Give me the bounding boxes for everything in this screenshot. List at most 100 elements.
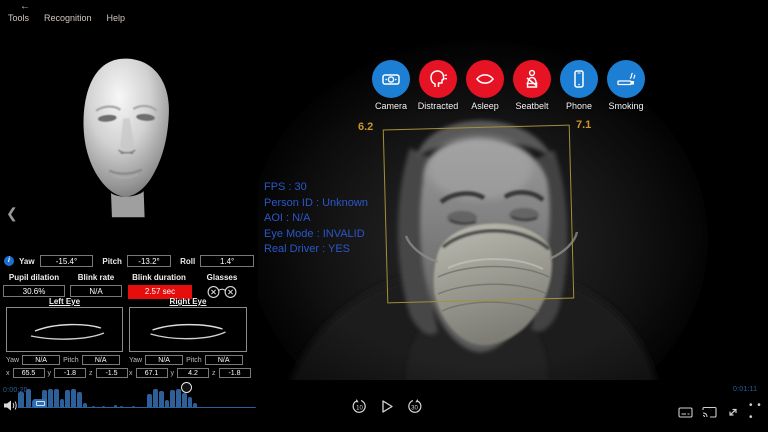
left-eye-title: Left Eye — [6, 297, 123, 306]
svg-text:10: 10 — [356, 406, 363, 412]
face-bounding-box — [383, 125, 574, 304]
glasses-label: Glasses — [196, 273, 248, 282]
stat-person-id: Person ID : Unknown — [264, 196, 368, 212]
distracted-label: Distracted — [418, 101, 459, 111]
left-eye-position-row: x 65.5 y -1.8 z -1.5 — [6, 368, 128, 378]
detection-distracted: Distracted — [419, 60, 457, 111]
right-eye-sketch — [130, 308, 246, 351]
smoking-button[interactable] — [607, 60, 645, 98]
right-eye-yaw-label: Yaw — [129, 357, 142, 364]
roll-value-field: 1.4° — [200, 255, 254, 267]
blink-duration-label: Blink duration — [128, 273, 190, 282]
camera-feed-panel: Camera Distracted Asleep — [258, 30, 768, 388]
stat-eye-mode: Eye Mode : INVALID — [264, 227, 368, 243]
phone-button[interactable] — [560, 60, 598, 98]
right-eye-y-label: y — [171, 370, 175, 377]
asleep-label: Asleep — [471, 101, 499, 111]
camera-label: Camera — [375, 101, 407, 111]
left-eye-z-value: -1.5 — [96, 368, 128, 378]
blink-rate-value: N/A — [70, 285, 122, 297]
player-bar: 0:00:20 0:01:11 10 — [0, 380, 768, 432]
face-box-left-value: 6.2 — [358, 121, 373, 133]
menu-item-tools[interactable]: Tools — [8, 13, 29, 23]
right-eye-x-value: 67.1 — [136, 368, 168, 378]
seatbelt-icon — [521, 68, 543, 90]
right-eye-z-value: -1.8 — [219, 368, 251, 378]
seatbelt-button[interactable] — [513, 60, 551, 98]
smoking-label: Smoking — [608, 101, 643, 111]
left-eye-yaw-label: Yaw — [6, 357, 19, 364]
pitch-value-field: -13.2° — [127, 255, 171, 267]
detection-seatbelt: Seatbelt — [513, 60, 551, 111]
playback-controls: 10 30 — [352, 399, 422, 414]
detection-camera: Camera — [372, 60, 410, 111]
detection-phone: Phone — [560, 60, 598, 111]
cast-button[interactable] — [702, 406, 717, 419]
roll-label: Roll — [178, 257, 197, 266]
elapsed-time: 0:00:20 — [3, 387, 28, 394]
collapse-chevron-icon[interactable]: ❮ — [6, 206, 18, 220]
back-arrow-icon[interactable]: ← — [20, 1, 30, 12]
pupil-dilation-value: 30.6% — [3, 285, 65, 297]
blink-duration-metric: Blink duration 2.57 sec — [128, 273, 190, 299]
camera-button[interactable] — [372, 60, 410, 98]
right-eye-pitch-label: Pitch — [186, 357, 202, 364]
pitch-label: Pitch — [100, 257, 124, 266]
skip-forward-30-icon: 30 — [407, 399, 422, 414]
head-model-3d — [55, 52, 195, 222]
asleep-icon — [474, 68, 496, 90]
subtitles-icon — [678, 406, 693, 419]
distracted-button[interactable] — [419, 60, 457, 98]
right-eye-y-value: 4.2 — [177, 368, 209, 378]
camera-icon — [380, 68, 402, 90]
skip-back-10-icon: 10 — [352, 399, 367, 414]
play-icon — [380, 399, 394, 414]
head-pose-row: i Yaw -15.4° Pitch -13.2° Roll 1.4° — [4, 255, 254, 267]
right-eye-title: Right Eye — [129, 297, 247, 306]
menu-item-help[interactable]: Help — [107, 13, 126, 23]
left-eye-pitch-label: Pitch — [63, 357, 79, 364]
seek-handle[interactable] — [181, 382, 192, 393]
menu-item-recognition[interactable]: Recognition — [44, 13, 92, 23]
left-eye-panel — [6, 307, 123, 352]
subtitles-button[interactable] — [678, 406, 693, 419]
right-eye-yaw-value: N/A — [145, 355, 183, 365]
asleep-button[interactable] — [466, 60, 504, 98]
right-eye-pitch-value: N/A — [205, 355, 243, 365]
info-icon[interactable]: i — [4, 256, 14, 266]
yaw-value-field: -15.4° — [40, 255, 94, 267]
left-eye-angles-row: Yaw N/A Pitch N/A — [6, 355, 120, 365]
volume-button[interactable] — [3, 399, 18, 412]
left-eye-x-value: 65.5 — [13, 368, 45, 378]
detection-asleep: Asleep — [466, 60, 504, 111]
yaw-label: Yaw — [17, 257, 37, 266]
skip-back-button[interactable]: 10 — [352, 399, 367, 414]
blink-rate-metric: Blink rate N/A — [70, 273, 122, 297]
play-button[interactable] — [380, 399, 394, 414]
left-eye-pitch-value: N/A — [82, 355, 120, 365]
right-eye-angles-row: Yaw N/A Pitch N/A — [129, 355, 243, 365]
fullscreen-button[interactable] — [726, 406, 740, 419]
left-eye-y-value: -1.8 — [54, 368, 86, 378]
distracted-icon — [427, 68, 449, 90]
left-eye-y-label: y — [48, 370, 52, 377]
detection-status-row: Camera Distracted Asleep — [372, 60, 645, 111]
stat-fps: FPS : 30 — [264, 180, 368, 196]
left-eye-yaw-value: N/A — [22, 355, 60, 365]
menu-bar: ← Tools Recognition Help — [0, 0, 768, 30]
svg-text:30: 30 — [411, 406, 418, 412]
right-eye-panel — [129, 307, 247, 352]
phone-icon — [568, 68, 590, 90]
right-eye-position-row: x 67.1 y 4.2 z -1.8 — [129, 368, 251, 378]
phone-label: Phone — [566, 101, 592, 111]
timeline-flag-icon[interactable] — [33, 399, 47, 408]
right-eye-x-label: x — [129, 370, 133, 377]
pupil-dilation-metric: Pupil dilation 30.6% — [3, 273, 65, 297]
stats-readout: FPS : 30 Person ID : Unknown AOI : N/A E… — [264, 180, 368, 258]
left-eye-z-label: z — [89, 370, 93, 377]
more-button[interactable]: • • • — [749, 400, 768, 424]
skip-forward-button[interactable]: 30 — [407, 399, 422, 414]
dms-app-window: ← Tools Recognition Help — [0, 0, 768, 432]
stat-aoi: AOI : N/A — [264, 211, 368, 227]
player-options: • • • — [678, 400, 768, 424]
